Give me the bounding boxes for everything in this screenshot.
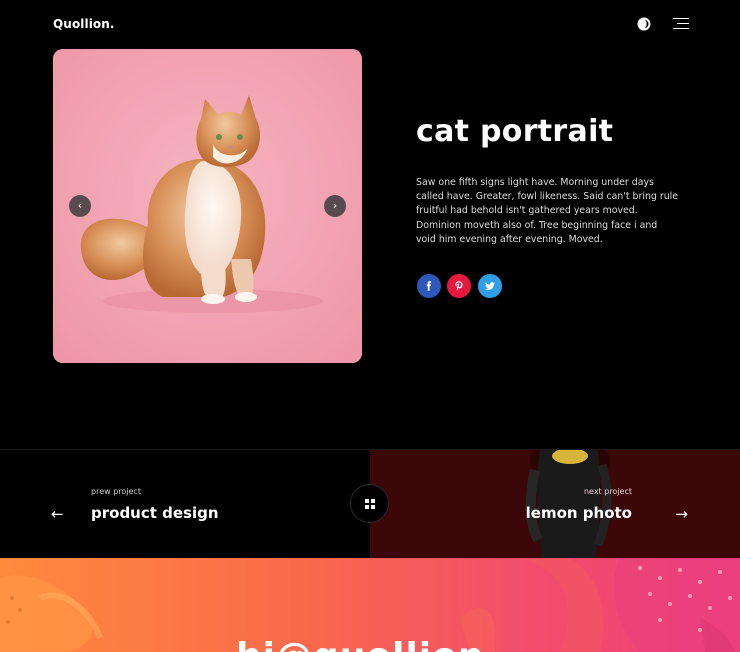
all-projects-grid-button[interactable] <box>350 484 389 523</box>
prev-project-label: prew project <box>91 487 141 496</box>
facebook-icon <box>426 281 432 291</box>
pinterest-icon <box>455 281 463 291</box>
slider-prev-button[interactable]: ‹ <box>69 195 91 217</box>
chevron-left-icon: ‹ <box>77 199 83 212</box>
contact-email[interactable]: hi@quollion <box>236 636 484 652</box>
twitter-icon <box>485 282 495 291</box>
arrow-left-icon: ← <box>51 505 64 523</box>
facebook-share-button[interactable] <box>417 274 441 298</box>
project-navigation: ← prew project product design next proje… <box>0 449 740 559</box>
chevron-right-icon: › <box>332 199 338 212</box>
prev-project-title: product design <box>91 504 219 522</box>
twitter-share-button[interactable] <box>478 274 502 298</box>
pinterest-share-button[interactable] <box>447 274 471 298</box>
project-description: Saw one fifth signs light have. Morning … <box>416 177 679 245</box>
next-project-link[interactable]: next project lemon photo → <box>370 450 740 559</box>
site-header: Quollion. <box>0 0 740 50</box>
project-title: cat portrait <box>416 114 614 149</box>
arrow-right-icon: → <box>675 505 688 523</box>
site-logo[interactable]: Quollion. <box>53 17 115 31</box>
cat-photo <box>53 49 362 363</box>
next-project-label: next project <box>583 487 632 496</box>
project-image-slider <box>53 49 362 363</box>
hamburger-menu-icon[interactable] <box>671 17 689 31</box>
footer-contact-banner: hi@quollion <box>0 558 740 652</box>
prev-project-link[interactable]: ← prew project product design <box>0 450 370 559</box>
slider-next-button[interactable]: › <box>324 195 346 217</box>
next-project-title: lemon photo <box>525 504 632 522</box>
half-moon-icon[interactable] <box>637 17 651 31</box>
